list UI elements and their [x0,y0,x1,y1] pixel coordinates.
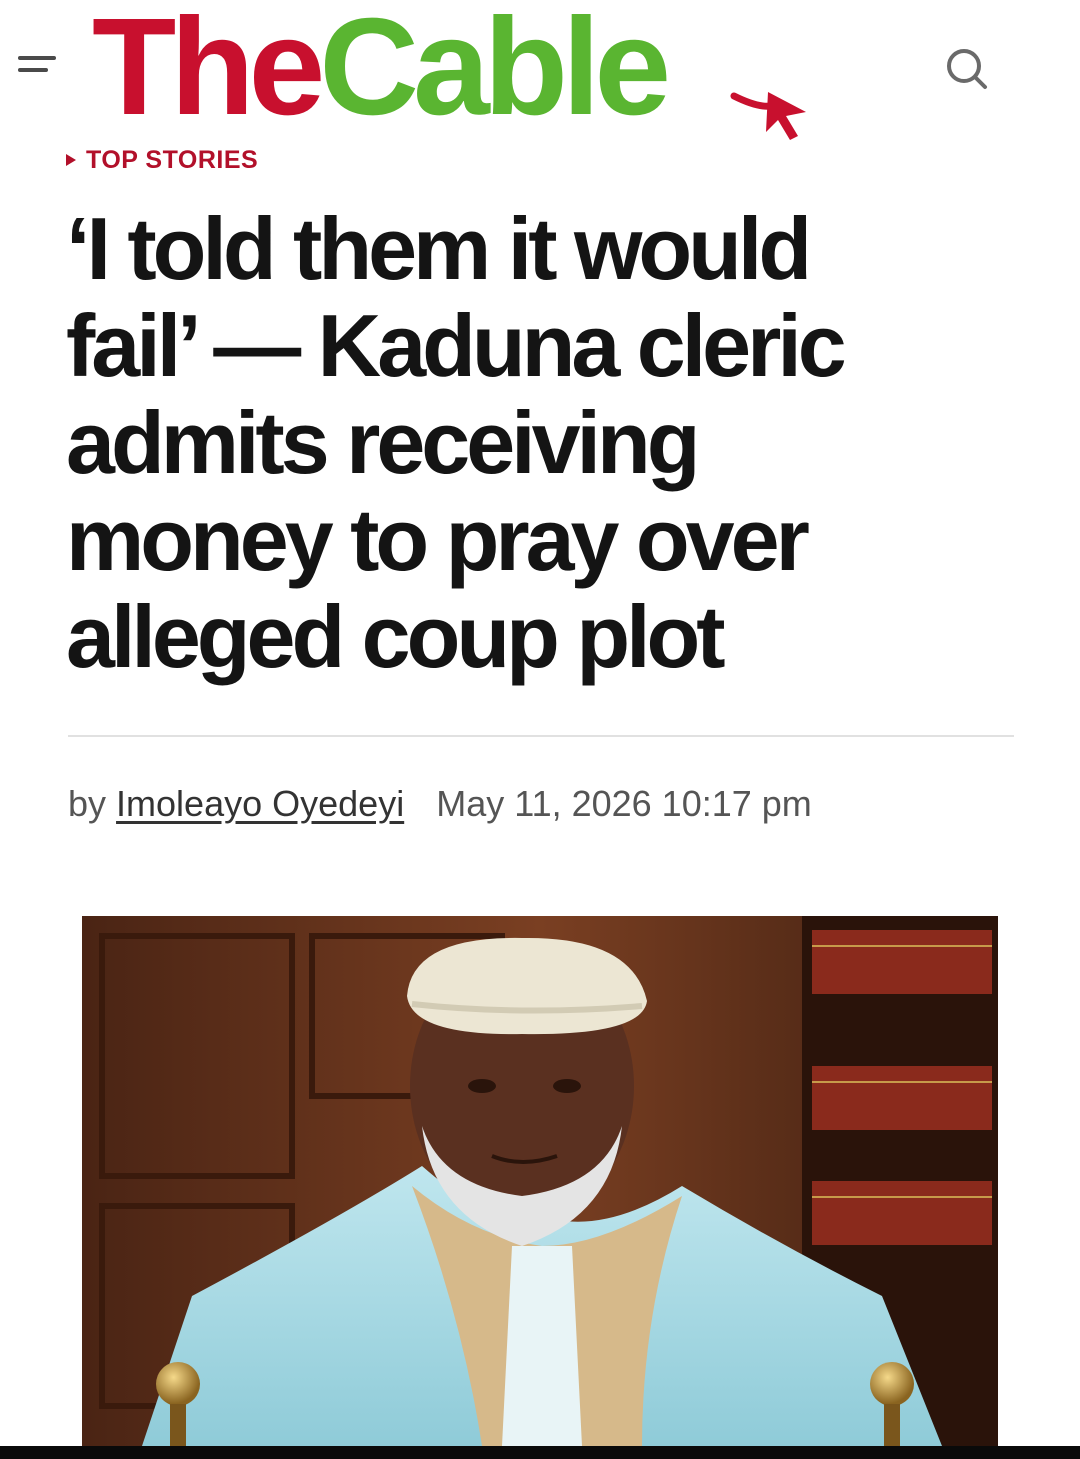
portrait-illustration [82,916,998,1446]
section-category-link[interactable]: TOP STORIES [66,145,258,175]
headline-line: money to pray over [66,490,810,589]
logo-the: The [92,0,325,144]
site-header: TheCable [0,0,1080,145]
article-featured-image[interactable] [82,916,998,1446]
search-icon[interactable] [940,44,996,94]
menu-bar-bottom [18,68,48,72]
site-logo[interactable]: TheCable [92,0,671,144]
hamburger-menu-icon[interactable] [18,52,62,78]
author-link[interactable]: Imoleayo Oyedeyi [116,783,404,824]
byline-prefix: by [68,783,107,824]
logo-cable: Cable [319,0,671,144]
publish-date: May 11, 2026 10:17 pm [436,783,812,824]
bottom-edge-bar [0,1446,1080,1459]
section-label: TOP STORIES [86,145,259,174]
divider [68,735,1014,737]
menu-bar-top [18,56,56,60]
triangle-right-icon [66,154,76,166]
logo-cursor-arrow-icon [730,92,806,140]
byline: by Imoleayo Oyedeyi May 11, 2026 10:17 p… [68,782,812,826]
headline-line: alleged coup plot [66,587,726,686]
headline-line: fail’ — Kaduna cleric [66,296,847,395]
headline-line: admits receiving [66,393,701,492]
headline-line: ‘I told them it would [66,199,812,298]
article-headline: ‘I told them it would fail’ — Kaduna cle… [66,200,1016,685]
